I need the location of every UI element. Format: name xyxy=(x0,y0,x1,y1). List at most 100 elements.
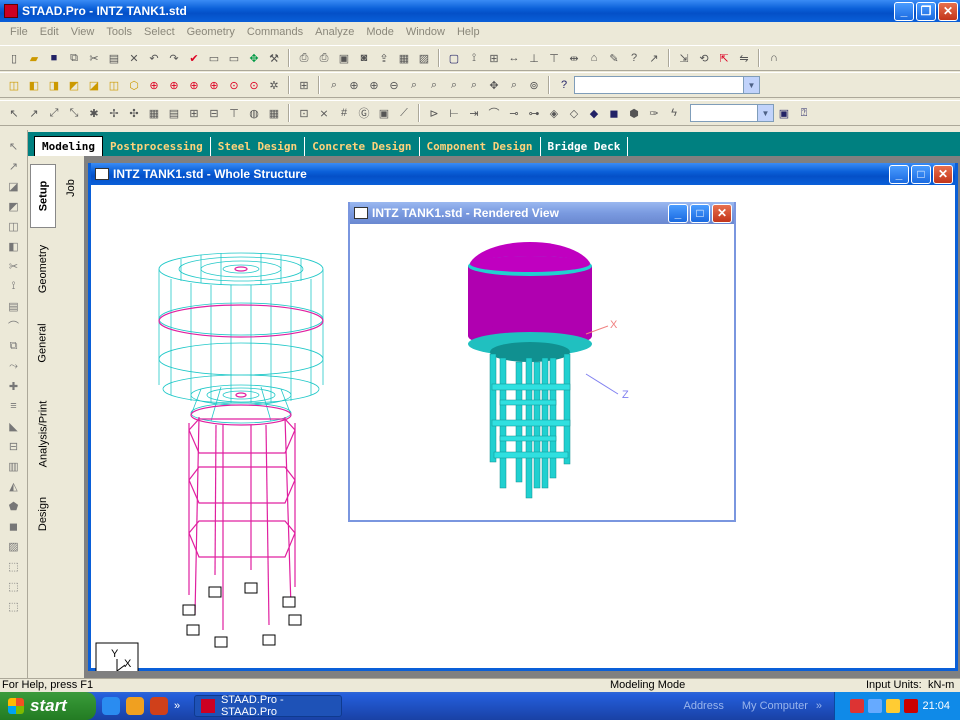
spring-icon[interactable]: ⟟ xyxy=(466,50,482,66)
load-tool-icon[interactable]: ⊟ xyxy=(6,438,22,454)
display-icon[interactable]: ▣ xyxy=(776,105,792,121)
tab-steel-design[interactable]: Steel Design xyxy=(211,137,306,156)
beam-grid-icon[interactable]: ⊟ xyxy=(206,105,222,121)
beam-icon[interactable]: ⊤ xyxy=(546,50,562,66)
menu-tools[interactable]: Tools xyxy=(100,26,138,38)
geometry-cursor-icon[interactable]: ✣ xyxy=(126,105,142,121)
surface-tool-icon[interactable]: ◧ xyxy=(6,238,22,254)
page-icon[interactable]: ▭ xyxy=(206,50,222,66)
surface-icon[interactable]: ◼ xyxy=(606,105,622,121)
window-icon[interactable]: ▢ xyxy=(446,50,462,66)
cut-icon[interactable]: ✂ xyxy=(86,50,102,66)
arc-icon[interactable]: ∩ xyxy=(766,50,782,66)
beams-cursor-icon[interactable]: ⤢ xyxy=(46,105,62,121)
zoom-dynamic-icon[interactable]: ⌕ xyxy=(426,77,442,93)
print-icon[interactable]: ⎙ xyxy=(296,50,312,66)
zoom-in-icon[interactable]: ⊕ xyxy=(346,77,362,93)
check-tool-icon[interactable]: ⬚ xyxy=(6,558,22,574)
redo-icon[interactable]: ↷ xyxy=(166,50,182,66)
rendered-minimize-button[interactable]: _ xyxy=(668,203,688,223)
spring-tool-icon[interactable]: ⟟ xyxy=(6,278,22,294)
hammer-icon[interactable]: ⚒ xyxy=(266,50,282,66)
report-setup-icon[interactable]: ▦ xyxy=(396,50,412,66)
zoom-previous-icon[interactable]: ⌕ xyxy=(406,77,422,93)
box-icon[interactable]: ▣ xyxy=(376,105,392,121)
side-tab-analysis-print[interactable]: Analysis/Print xyxy=(30,384,56,484)
zoom-out-icon[interactable]: ⊖ xyxy=(386,77,402,93)
spin-left-icon[interactable]: ⊙ xyxy=(226,77,242,93)
whole-maximize-button[interactable]: □ xyxy=(911,164,931,184)
browser-quicklaunch-icon[interactable] xyxy=(150,697,168,715)
whole-structure-title-bar[interactable]: INTZ TANK1.std - Whole Structure _ □ ✕ xyxy=(91,163,955,185)
picture-icon[interactable]: ▣ xyxy=(336,50,352,66)
rendered-close-button[interactable]: ✕ xyxy=(712,203,732,223)
tab-modeling[interactable]: Modeling xyxy=(34,136,103,156)
connect-beam-icon[interactable]: ⇥ xyxy=(466,105,482,121)
tab-bridge-deck[interactable]: Bridge Deck xyxy=(541,137,629,156)
member-icon[interactable]: ⊞ xyxy=(486,50,502,66)
globe-icon[interactable]: ◍ xyxy=(246,105,262,121)
node-grid-icon[interactable]: ⊞ xyxy=(186,105,202,121)
rendered-view-window[interactable]: INTZ TANK1.std - Rendered View _ □ ✕ X Z xyxy=(348,202,736,522)
move-icon[interactable]: ⇲ xyxy=(676,50,692,66)
menu-view[interactable]: View xyxy=(65,26,101,38)
address-toolbar-label[interactable]: Address xyxy=(683,700,723,712)
chevron-down-icon[interactable]: ▼ xyxy=(757,105,773,121)
tab-concrete-design[interactable]: Concrete Design xyxy=(305,137,420,156)
hexa-icon[interactable]: ⬢ xyxy=(626,105,642,121)
spreadsheet-icon[interactable]: ▦ xyxy=(266,105,282,121)
save-icon[interactable]: ■ xyxy=(46,50,62,66)
dynamic-rotate-icon[interactable]: ✲ xyxy=(266,77,282,93)
nodes-cursor-icon[interactable]: ↗ xyxy=(26,105,42,121)
zoom-all-icon[interactable]: ⌕ xyxy=(446,77,462,93)
duplicate-tool-icon[interactable]: ⧉ xyxy=(6,338,22,354)
select-cursor-icon[interactable]: ↖ xyxy=(6,138,22,154)
close-button[interactable]: ✕ xyxy=(938,1,958,21)
menu-select[interactable]: Select xyxy=(138,26,181,38)
view-iso-icon[interactable]: ⬡ xyxy=(126,77,142,93)
plates-cursor-icon[interactable]: ⤡ xyxy=(66,105,82,121)
menu-help[interactable]: Help xyxy=(451,26,486,38)
rotate-left-icon[interactable]: ⊕ xyxy=(186,77,202,93)
whole-minimize-button[interactable]: _ xyxy=(889,164,909,184)
support-tool-icon[interactable]: ◼ xyxy=(6,518,22,534)
start-button[interactable]: start xyxy=(0,692,96,720)
help-icon[interactable]: ? xyxy=(626,50,642,66)
snap-node-icon[interactable]: ⊡ xyxy=(296,105,312,121)
side-tab-geometry[interactable]: Geometry xyxy=(30,234,56,304)
select-dropdown[interactable]: ▼ xyxy=(690,104,774,122)
surfaces-cursor-icon[interactable]: ✢ xyxy=(106,105,122,121)
display-options-icon[interactable]: ⊚ xyxy=(526,77,542,93)
grid-icon[interactable]: ▦ xyxy=(146,105,162,121)
tray-clock[interactable]: 21:04 xyxy=(922,700,950,712)
maximize-button[interactable]: ❐ xyxy=(916,1,936,21)
menu-commands[interactable]: Commands xyxy=(241,26,309,38)
rendered-view-title-bar[interactable]: INTZ TANK1.std - Rendered View _ □ ✕ xyxy=(350,202,734,224)
plus-tool-icon[interactable]: ✚ xyxy=(6,378,22,394)
snap-grid-icon[interactable]: ⨯ xyxy=(316,105,332,121)
camera-icon[interactable]: ◙ xyxy=(356,50,372,66)
side-tab-general[interactable]: General xyxy=(30,310,56,376)
pan-icon[interactable]: ✥ xyxy=(486,77,502,93)
arrow-edit-icon[interactable]: ↗ xyxy=(646,50,662,66)
antivirus-tray-icon[interactable] xyxy=(904,699,919,713)
menu-analyze[interactable]: Analyze xyxy=(309,26,360,38)
tab-postprocessing[interactable]: Postprocessing xyxy=(103,137,211,156)
solid-tool-icon[interactable]: ◫ xyxy=(6,218,22,234)
rotate-up-icon[interactable]: ⊕ xyxy=(146,77,162,93)
view-left-icon[interactable]: ◨ xyxy=(46,77,62,93)
menu-mode[interactable]: Mode xyxy=(360,26,400,38)
magnify-icon[interactable]: ⌕ xyxy=(506,77,522,93)
signature-icon[interactable]: ϟ xyxy=(666,105,682,121)
export-icon[interactable]: ⇪ xyxy=(376,50,392,66)
open-folder-icon[interactable]: ▰ xyxy=(26,50,42,66)
side-tab-setup[interactable]: Setup xyxy=(30,164,56,228)
image-icon[interactable]: ▨ xyxy=(416,50,432,66)
material-tool-icon[interactable]: ◭ xyxy=(6,478,22,494)
quad-plate-icon[interactable]: ◇ xyxy=(566,105,582,121)
load-case-dropdown[interactable]: ▼ xyxy=(574,76,760,94)
solid-fill-icon[interactable]: ◆ xyxy=(586,105,602,121)
check-icon[interactable]: ✔ xyxy=(186,50,202,66)
pencil-icon[interactable]: ✎ xyxy=(606,50,622,66)
whole-close-button[interactable]: ✕ xyxy=(933,164,953,184)
